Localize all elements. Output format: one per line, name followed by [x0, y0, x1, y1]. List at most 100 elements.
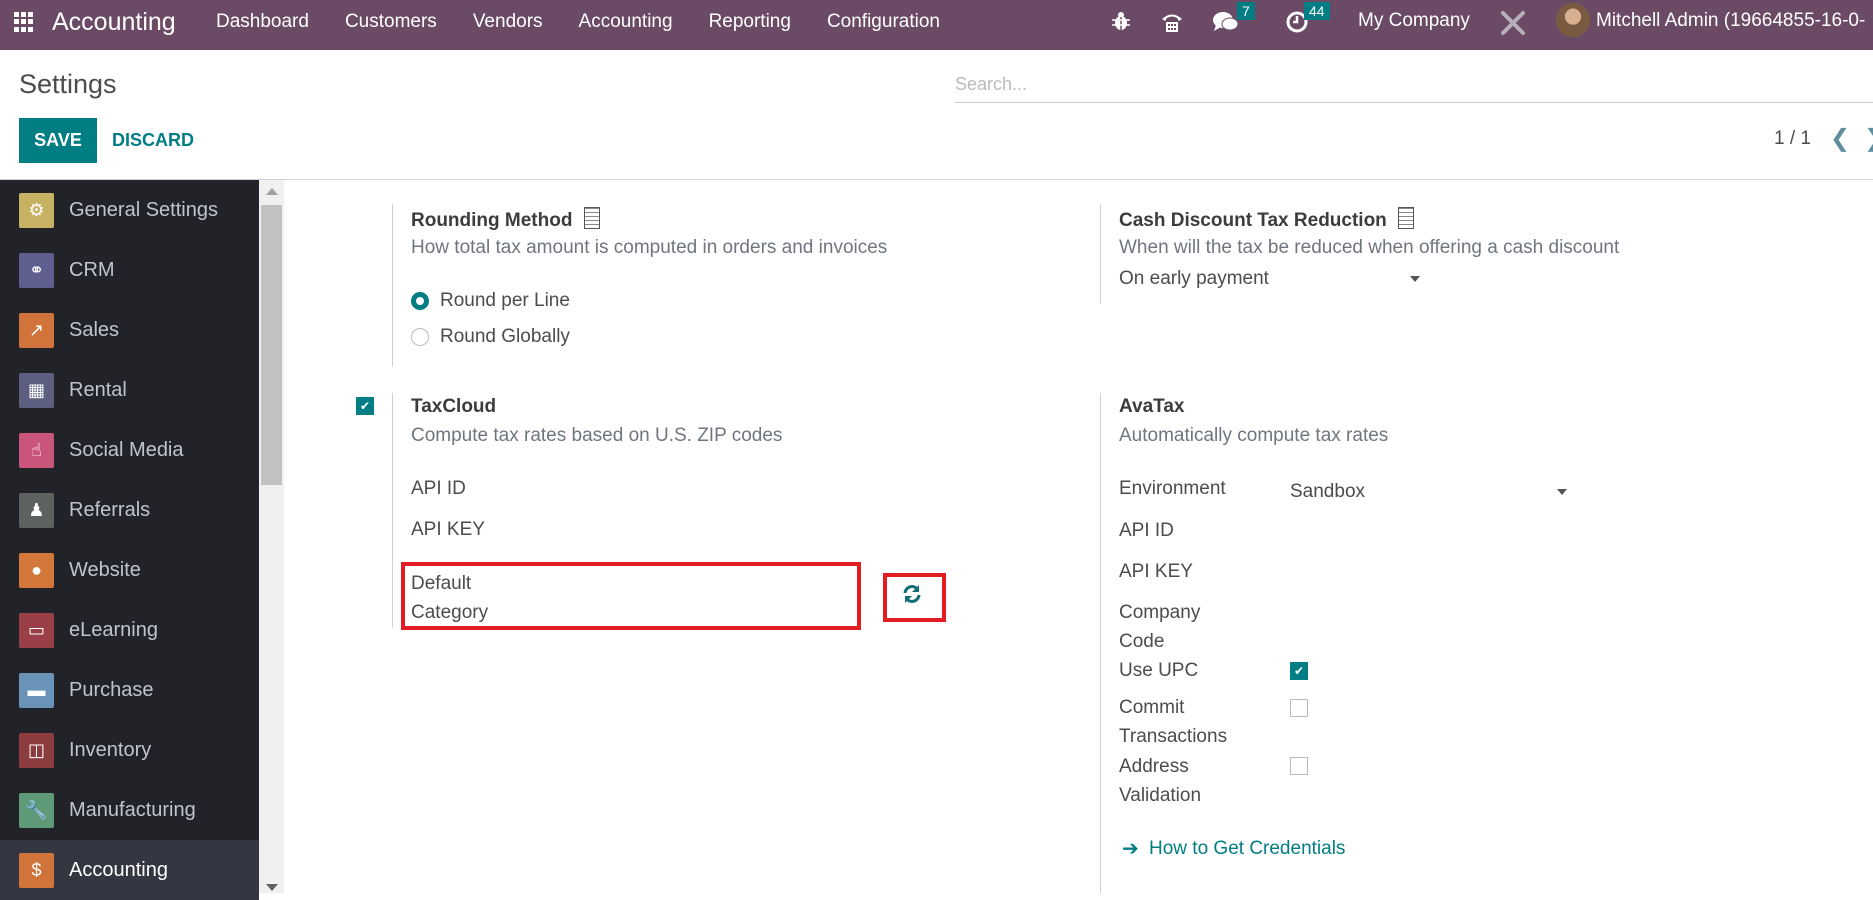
- sidebar-item-label: Rental: [69, 378, 127, 401]
- main-menu: Dashboard Customers Vendors Accounting R…: [216, 11, 976, 33]
- thumbs-up-icon: ☝: [19, 432, 54, 468]
- avatax-api-id-label: API ID: [1119, 520, 1174, 541]
- company-building-icon: [583, 207, 600, 229]
- setting-divider: [392, 204, 393, 366]
- sidebar-item-sales[interactable]: ↗ Sales: [0, 300, 259, 360]
- pager-value[interactable]: 1 / 1: [1774, 128, 1811, 150]
- messages-badge: 7: [1237, 2, 1255, 20]
- sidebar-item-label: Inventory: [69, 738, 152, 761]
- pager-next-icon[interactable]: ❯: [1864, 124, 1873, 153]
- sidebar-item-label: CRM: [69, 258, 115, 281]
- cash-discount-select[interactable]: On early payment: [1119, 268, 1269, 290]
- address-validation-checkbox[interactable]: [1290, 757, 1308, 775]
- use-upc-label: Use UPC: [1119, 660, 1199, 681]
- credit-card-icon: ▬: [19, 672, 54, 708]
- refresh-icon[interactable]: [902, 584, 922, 610]
- sidebar-item-website[interactable]: ● Website: [0, 540, 259, 600]
- tools-icon[interactable]: [1500, 10, 1526, 42]
- taxcloud-checkbox[interactable]: ✔: [356, 397, 374, 415]
- company-code-label-line2: Code: [1119, 631, 1165, 652]
- wrench-icon: 🔧: [19, 792, 54, 828]
- environment-select[interactable]: Sandbox: [1290, 481, 1365, 503]
- person-icon: ♟: [19, 492, 54, 528]
- apps-menu-icon[interactable]: [14, 12, 34, 32]
- round-globally-label[interactable]: Round Globally: [440, 326, 570, 348]
- sidebar-item-inventory[interactable]: ◫ Inventory: [0, 720, 259, 780]
- sidebar-item-elearning[interactable]: ▭ eLearning: [0, 600, 259, 660]
- cash-discount-description: When will the tax be reduced when offeri…: [1119, 237, 1620, 258]
- sidebar-item-accounting[interactable]: $ Accounting: [0, 840, 259, 900]
- scrollbar-thumb[interactable]: [261, 205, 282, 485]
- menu-dashboard[interactable]: Dashboard: [216, 11, 309, 33]
- round-per-line-label[interactable]: Round per Line: [440, 290, 570, 312]
- user-avatar[interactable]: [1556, 3, 1590, 37]
- setting-divider: [392, 393, 393, 628]
- save-button[interactable]: SAVE: [19, 118, 97, 163]
- chart-up-icon: ↗: [19, 312, 54, 348]
- sidebar-item-label: Social Media: [69, 438, 184, 461]
- sidebar-item-social-media[interactable]: ☝ Social Media: [0, 420, 259, 480]
- globe-icon: ●: [19, 552, 54, 588]
- rounding-method-label: Rounding Method: [411, 210, 573, 231]
- sidebar-item-label: Accounting: [69, 858, 168, 881]
- sidebar-item-general-settings[interactable]: ⚙ General Settings: [0, 180, 259, 240]
- sidebar-item-manufacturing[interactable]: 🔧 Manufacturing: [0, 780, 259, 840]
- commit-transactions-checkbox[interactable]: [1290, 699, 1308, 717]
- page-title: Settings: [19, 69, 117, 99]
- activities-badge: 44: [1304, 2, 1330, 20]
- phone-icon[interactable]: [1160, 10, 1184, 40]
- rounding-method-description: How total tax amount is computed in orde…: [411, 237, 888, 258]
- address-validation-label-line2: Validation: [1119, 785, 1202, 806]
- rounding-method-title: Rounding Method: [411, 207, 600, 232]
- menu-customers[interactable]: Customers: [345, 11, 437, 33]
- taxcloud-title: TaxCloud: [411, 396, 497, 417]
- address-validation-label-line1: Address: [1119, 756, 1189, 777]
- use-upc-checkbox[interactable]: ✔: [1290, 662, 1308, 680]
- round-globally-radio[interactable]: [411, 328, 429, 346]
- taxcloud-api-key-label: API KEY: [411, 519, 485, 540]
- sidebar-item-label: Website: [69, 558, 141, 581]
- scroll-down-arrow-icon[interactable]: [266, 884, 278, 891]
- commit-transactions-label-line2: Transactions: [1119, 726, 1228, 747]
- presentation-icon: ▭: [19, 612, 54, 648]
- chevron-down-icon[interactable]: [1410, 276, 1420, 282]
- bug-icon[interactable]: [1112, 10, 1130, 38]
- highlight-default-category: [401, 562, 861, 630]
- discard-button[interactable]: DISCARD: [112, 118, 194, 163]
- menu-accounting[interactable]: Accounting: [579, 11, 673, 33]
- chat-icon[interactable]: [1212, 10, 1240, 40]
- how-to-get-credentials-link[interactable]: How to Get Credentials: [1149, 838, 1345, 860]
- commit-transactions-label-line1: Commit: [1119, 697, 1185, 718]
- sidebar-item-crm[interactable]: ⚭ CRM: [0, 240, 259, 300]
- avatax-api-key-label: API KEY: [1119, 561, 1193, 582]
- app-name[interactable]: Accounting: [52, 8, 176, 37]
- user-menu[interactable]: Mitchell Admin (19664855-16-0-: [1596, 10, 1865, 32]
- setting-divider: [1100, 393, 1101, 893]
- cash-discount-label: Cash Discount Tax Reduction: [1119, 210, 1387, 231]
- menu-configuration[interactable]: Configuration: [827, 11, 940, 33]
- top-navbar: Accounting Dashboard Customers Vendors A…: [0, 0, 1873, 50]
- sidebar-item-label: Purchase: [69, 678, 154, 701]
- sidebar-item-label: Referrals: [69, 498, 151, 521]
- calendar-table-icon: ▦: [19, 372, 54, 408]
- sidebar-item-referrals[interactable]: ♟ Referrals: [0, 480, 259, 540]
- scroll-up-arrow-icon[interactable]: [266, 188, 278, 195]
- box-icon: ◫: [19, 732, 54, 768]
- sidebar-item-label: General Settings: [69, 198, 218, 221]
- taxcloud-api-id-label: API ID: [411, 478, 466, 499]
- company-switcher[interactable]: My Company: [1358, 10, 1470, 32]
- setting-divider: [1100, 204, 1101, 304]
- sidebar-item-purchase[interactable]: ▬ Purchase: [0, 660, 259, 720]
- round-per-line-radio[interactable]: [411, 292, 429, 310]
- arrow-right-icon: ➔: [1122, 838, 1139, 860]
- chevron-down-icon[interactable]: [1557, 489, 1567, 495]
- avatax-title: AvaTax: [1119, 396, 1185, 417]
- handshake-icon: ⚭: [19, 252, 54, 288]
- search-input[interactable]: [955, 66, 1873, 103]
- company-building-icon: [1398, 207, 1415, 229]
- pager-previous-icon[interactable]: ❮: [1830, 124, 1850, 153]
- menu-reporting[interactable]: Reporting: [709, 11, 791, 33]
- environment-label: Environment: [1119, 478, 1226, 499]
- sidebar-item-rental[interactable]: ▦ Rental: [0, 360, 259, 420]
- menu-vendors[interactable]: Vendors: [473, 11, 543, 33]
